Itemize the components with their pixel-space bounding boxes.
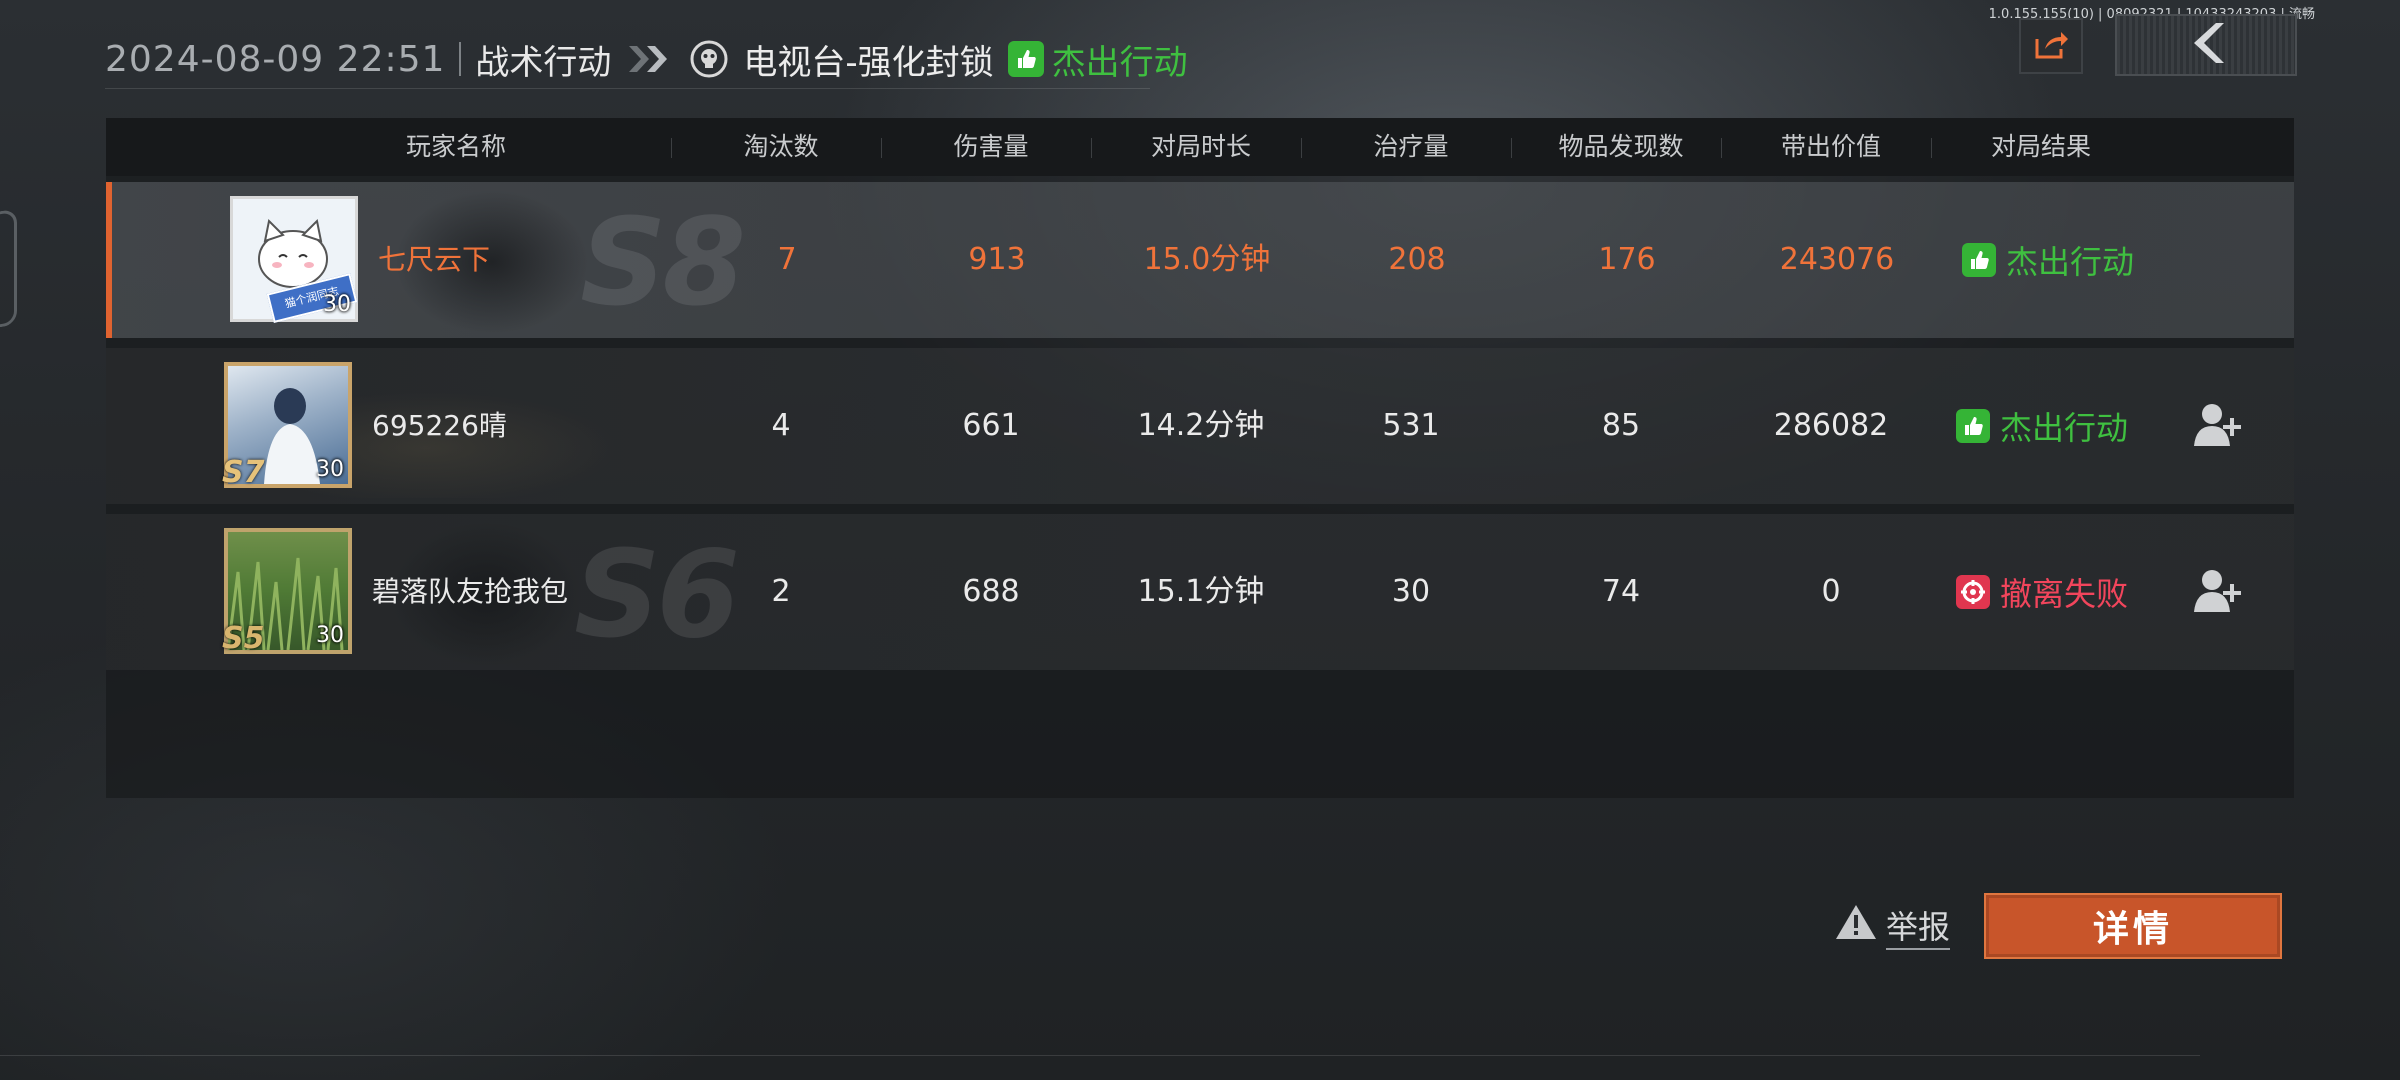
season-badge: S7 (222, 455, 265, 490)
share-icon (2033, 27, 2069, 65)
chevron-left-icon (2186, 21, 2226, 69)
col-healing: 治疗量 (1373, 132, 1449, 161)
divider (1511, 138, 1512, 158)
duration-value: 15.1分钟 (1137, 574, 1265, 609)
thumbs-up-icon (1007, 41, 1044, 77)
healing-value: 531 (1382, 408, 1440, 443)
duration-value: 15.0分钟 (1143, 242, 1271, 277)
player-name: 695226晴 (372, 409, 507, 442)
table-row[interactable]: S7 30 695226晴 4 661 14.2分钟 531 85 286082… (106, 348, 2294, 504)
col-player-name: 玩家名称 (405, 132, 506, 161)
warning-icon (1834, 903, 1878, 949)
items-found-value: 176 (1598, 242, 1656, 277)
extract-value: 0 (1821, 574, 1841, 609)
eliminations-value: 2 (771, 574, 791, 609)
report-label: 举报 (1886, 902, 1951, 950)
col-eliminations: 淘汰数 (743, 132, 819, 161)
add-friend-button[interactable] (2192, 568, 2244, 614)
player-name: 七尺云下 (378, 243, 491, 276)
match-result-badge: 杰出行动 (1007, 35, 1188, 84)
match-datetime: 2024-08-09 22:51 (105, 38, 446, 80)
extract-value: 286082 (1773, 408, 1889, 443)
result-badge: 杰出行动 (1962, 182, 2134, 338)
result-text: 杰出行动 (2006, 243, 2135, 281)
avatar[interactable]: 猫个润同志 30 (230, 196, 358, 323)
footer-divider (0, 1055, 2200, 1056)
extraction-failed-icon (1956, 575, 1990, 609)
match-result-text: 杰出行动 (1051, 42, 1188, 83)
col-extract-value: 带出价值 (1780, 132, 1881, 161)
extract-value: 243076 (1779, 242, 1895, 277)
result-badge: 杰出行动 (1956, 348, 2128, 504)
add-friend-icon (2194, 570, 2241, 612)
divider (1721, 138, 1722, 158)
divider (1091, 138, 1092, 158)
divider (671, 138, 672, 158)
divider (1931, 138, 1932, 158)
divider (459, 42, 462, 76)
thumbs-up-icon (1962, 243, 1996, 277)
result-text: 杰出行动 (2000, 409, 2129, 447)
thumbs-up-icon (1956, 409, 1990, 443)
col-result: 对局结果 (1990, 132, 2091, 161)
avatar[interactable]: S5 30 (222, 528, 352, 656)
details-button[interactable]: 详情 (1984, 893, 2282, 959)
side-drawer-handle[interactable] (0, 208, 17, 328)
result-text: 撤离失败 (2000, 575, 2129, 613)
report-button[interactable]: 举报 (1834, 902, 1951, 950)
player-level: 30 (323, 292, 351, 317)
player-name: 碧落队友抢我包 (372, 575, 569, 608)
back-button[interactable] (2115, 14, 2297, 76)
header-underline (105, 88, 1150, 89)
table-row[interactable]: S6 S5 30 碧落队友抢我包 2 688 15.1分钟 30 74 0 撤离… (106, 514, 2294, 670)
col-items-found: 物品发现数 (1558, 132, 1684, 161)
healing-value: 30 (1391, 574, 1431, 609)
game-mode: 战术行动 (475, 42, 612, 83)
match-header: 2024-08-09 22:51 战术行动 电视台-强化封锁 杰出行动 (105, 34, 1188, 84)
result-badge: 撤离失败 (1956, 514, 2128, 670)
eliminations-value: 4 (771, 408, 791, 443)
divider (881, 138, 882, 158)
eliminations-value: 7 (777, 242, 797, 277)
items-found-value: 85 (1601, 408, 1641, 443)
items-found-value: 74 (1601, 574, 1641, 609)
col-damage: 伤害量 (953, 132, 1029, 161)
frame-badge: S5 (222, 621, 265, 656)
duration-value: 14.2分钟 (1137, 408, 1265, 443)
damage-value: 913 (968, 242, 1026, 277)
player-level: 30 (316, 623, 344, 648)
table-row[interactable]: S8 猫个润同志 30 七尺云下 7 913 15.0分钟 208 176 24… (106, 182, 2294, 338)
col-duration: 对局时长 (1150, 132, 1251, 161)
player-level: 30 (316, 457, 344, 482)
map-name: 电视台-强化封锁 (743, 42, 994, 83)
player-stats-table: 玩家名称 淘汰数 伤害量 对局时长 治疗量 物品发现数 带出价值 对局结果 S8 (106, 118, 2294, 798)
table-header: 玩家名称 淘汰数 伤害量 对局时长 治疗量 物品发现数 带出价值 对局结果 (106, 118, 2294, 176)
divider (1301, 138, 1302, 158)
share-button[interactable] (2019, 18, 2083, 74)
avatar[interactable]: S7 30 (222, 362, 352, 490)
damage-value: 688 (962, 574, 1020, 609)
skull-map-icon (689, 39, 729, 79)
damage-value: 661 (962, 408, 1020, 443)
add-friend-icon (2194, 404, 2241, 446)
add-friend-button[interactable] (2192, 402, 2244, 448)
chevron-right-icon (627, 44, 675, 74)
healing-value: 208 (1388, 242, 1446, 277)
